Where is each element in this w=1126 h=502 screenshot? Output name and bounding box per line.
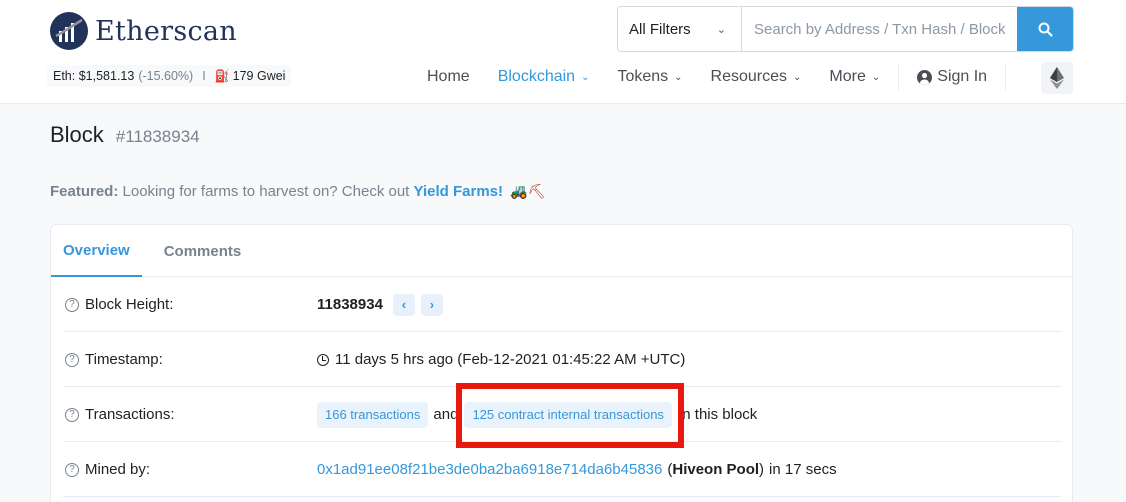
gas-price[interactable]: 179 Gwei [233,69,286,83]
nav-blockchain-label: Blockchain [497,68,576,85]
nav-divider [898,64,900,90]
page-heading: Block [50,122,104,147]
tab-bar: Overview Comments [51,225,1072,277]
chevron-down-icon: ⌄ [793,71,802,83]
gas-pump-icon: ⛽ [214,69,230,83]
network-switch-button[interactable] [1041,62,1073,94]
featured-text: Looking for farms to harvest on? Check o… [122,183,410,200]
prev-block-button[interactable]: ‹ [392,293,415,316]
block-number: #11838934 [115,127,200,146]
ticker-separator: I [202,69,206,83]
tab-comments-label: Comments [163,242,242,260]
block-height-number: 11838934 [317,296,383,313]
etherscan-logo-icon [50,12,88,50]
question-circle-icon[interactable]: ? [65,297,79,312]
yield-farms-link[interactable]: Yield Farms! [414,183,503,200]
search-bar: All Filters ⌄ [617,6,1074,52]
chevron-down-icon: ⌄ [716,23,726,36]
question-circle-icon[interactable]: ? [65,352,79,367]
mined-by-label: ? Mined by: [63,461,317,478]
nav-sign-in[interactable]: Sign In [903,68,1001,86]
chevron-down-icon: ⌄ [871,71,881,83]
search-filter-label: All Filters [629,20,691,38]
site-header: Etherscan Eth: $1,581.13 (-15.60%) I ⛽ 1… [0,0,1126,104]
logo-text: Etherscan [95,15,237,47]
nav-tokens[interactable]: Tokens ⌄ [603,68,696,86]
nav-home[interactable]: Home [413,68,484,86]
search-button[interactable] [1017,7,1073,51]
timestamp-row: ? Timestamp: 11 days 5 hrs ago (Feb-12-2… [63,333,1061,387]
timestamp-text: 11 days 5 hrs ago (Feb-12-2021 01:45:22 … [335,351,686,368]
mined-by-label-text: Mined by: [85,461,151,478]
question-circle-icon[interactable]: ? [65,407,79,422]
clock-icon [317,353,329,366]
timestamp-value: 11 days 5 hrs ago (Feb-12-2021 01:45:22 … [317,351,685,368]
in-this-block-text: in this block [678,406,758,423]
nav-resources-label: Resources [710,68,788,85]
miner-address-link[interactable]: 0x1ad91ee08f21be3de0ba2ba6918e714da6b458… [317,461,662,478]
chevron-right-icon: › [429,297,435,312]
etherscan-logo[interactable]: Etherscan [50,12,237,50]
nav-more[interactable]: More ⌄ [815,68,894,86]
block-height-row: ? Block Height: 11838934 ‹ › [63,278,1061,332]
next-block-button[interactable]: › [420,293,443,316]
and-text: and [433,406,459,423]
transactions-link[interactable]: 166 transactions [317,401,429,428]
tab-overview-label: Overview [63,241,130,259]
transactions-row: ? Transactions: 166 transactions and 125… [63,388,1061,442]
ethereum-icon [1050,67,1064,89]
page-title: Block #11838934 [50,122,200,148]
transactions-label-text: Transactions: [85,406,175,423]
question-circle-icon[interactable]: ? [65,462,79,477]
mined-by-row: ? Mined by: 0x1ad91ee08f21be3de0ba2ba691… [63,443,1061,497]
block-height-value: 11838934 ‹ › [317,293,443,316]
internal-transactions-link[interactable]: 125 contract internal transactions [464,401,672,428]
nav-more-label: More [829,68,866,85]
nav-resources[interactable]: Resources ⌄ [697,68,816,86]
search-filter-dropdown[interactable]: All Filters ⌄ [618,7,742,51]
block-details-card: Overview Comments ? Block Height: 118389… [50,224,1073,502]
chevron-down-icon: ⌄ [674,71,683,83]
main-nav: Home Blockchain ⌄ Tokens ⌄ Resources ⌄ M… [413,62,1010,92]
featured-banner: Featured: Looking for farms to harvest o… [50,183,545,200]
mining-time: in 17 secs [769,461,837,478]
featured-label: Featured: [50,183,119,200]
tractor-pickaxe-emoji: 🚜⛏ [510,183,546,199]
price-ticker: Eth: $1,581.13 (-15.60%) I ⛽ 179 Gwei [47,65,292,87]
nav-blockchain[interactable]: Blockchain ⌄ [484,68,604,86]
mined-by-value: 0x1ad91ee08f21be3de0ba2ba6918e714da6b458… [317,461,837,478]
search-icon [1038,22,1053,37]
tab-overview[interactable]: Overview [51,225,142,277]
block-height-label: ? Block Height: [63,296,317,313]
search-input[interactable] [742,7,1017,51]
pool-name: Hiveon Pool [672,461,760,478]
eth-price[interactable]: Eth: $1,581.13 [53,69,134,83]
transactions-label: ? Transactions: [63,406,317,423]
timestamp-label-text: Timestamp: [85,351,163,368]
timestamp-label: ? Timestamp: [63,351,317,368]
chevron-down-icon: ⌄ [581,71,590,83]
chevron-left-icon: ‹ [401,297,407,312]
nav-sign-in-label: Sign In [937,68,988,85]
nav-divider [1005,64,1007,90]
transactions-value: 166 transactions and 125 contract intern… [317,401,758,428]
nav-tokens-label: Tokens [617,68,669,85]
user-circle-icon [917,69,933,85]
tab-comments[interactable]: Comments [152,225,254,277]
nav-home-label: Home [427,68,470,85]
block-height-label-text: Block Height: [85,296,174,313]
eth-price-change: (-15.60%) [138,69,194,83]
pool-close-paren: ) [759,461,765,478]
